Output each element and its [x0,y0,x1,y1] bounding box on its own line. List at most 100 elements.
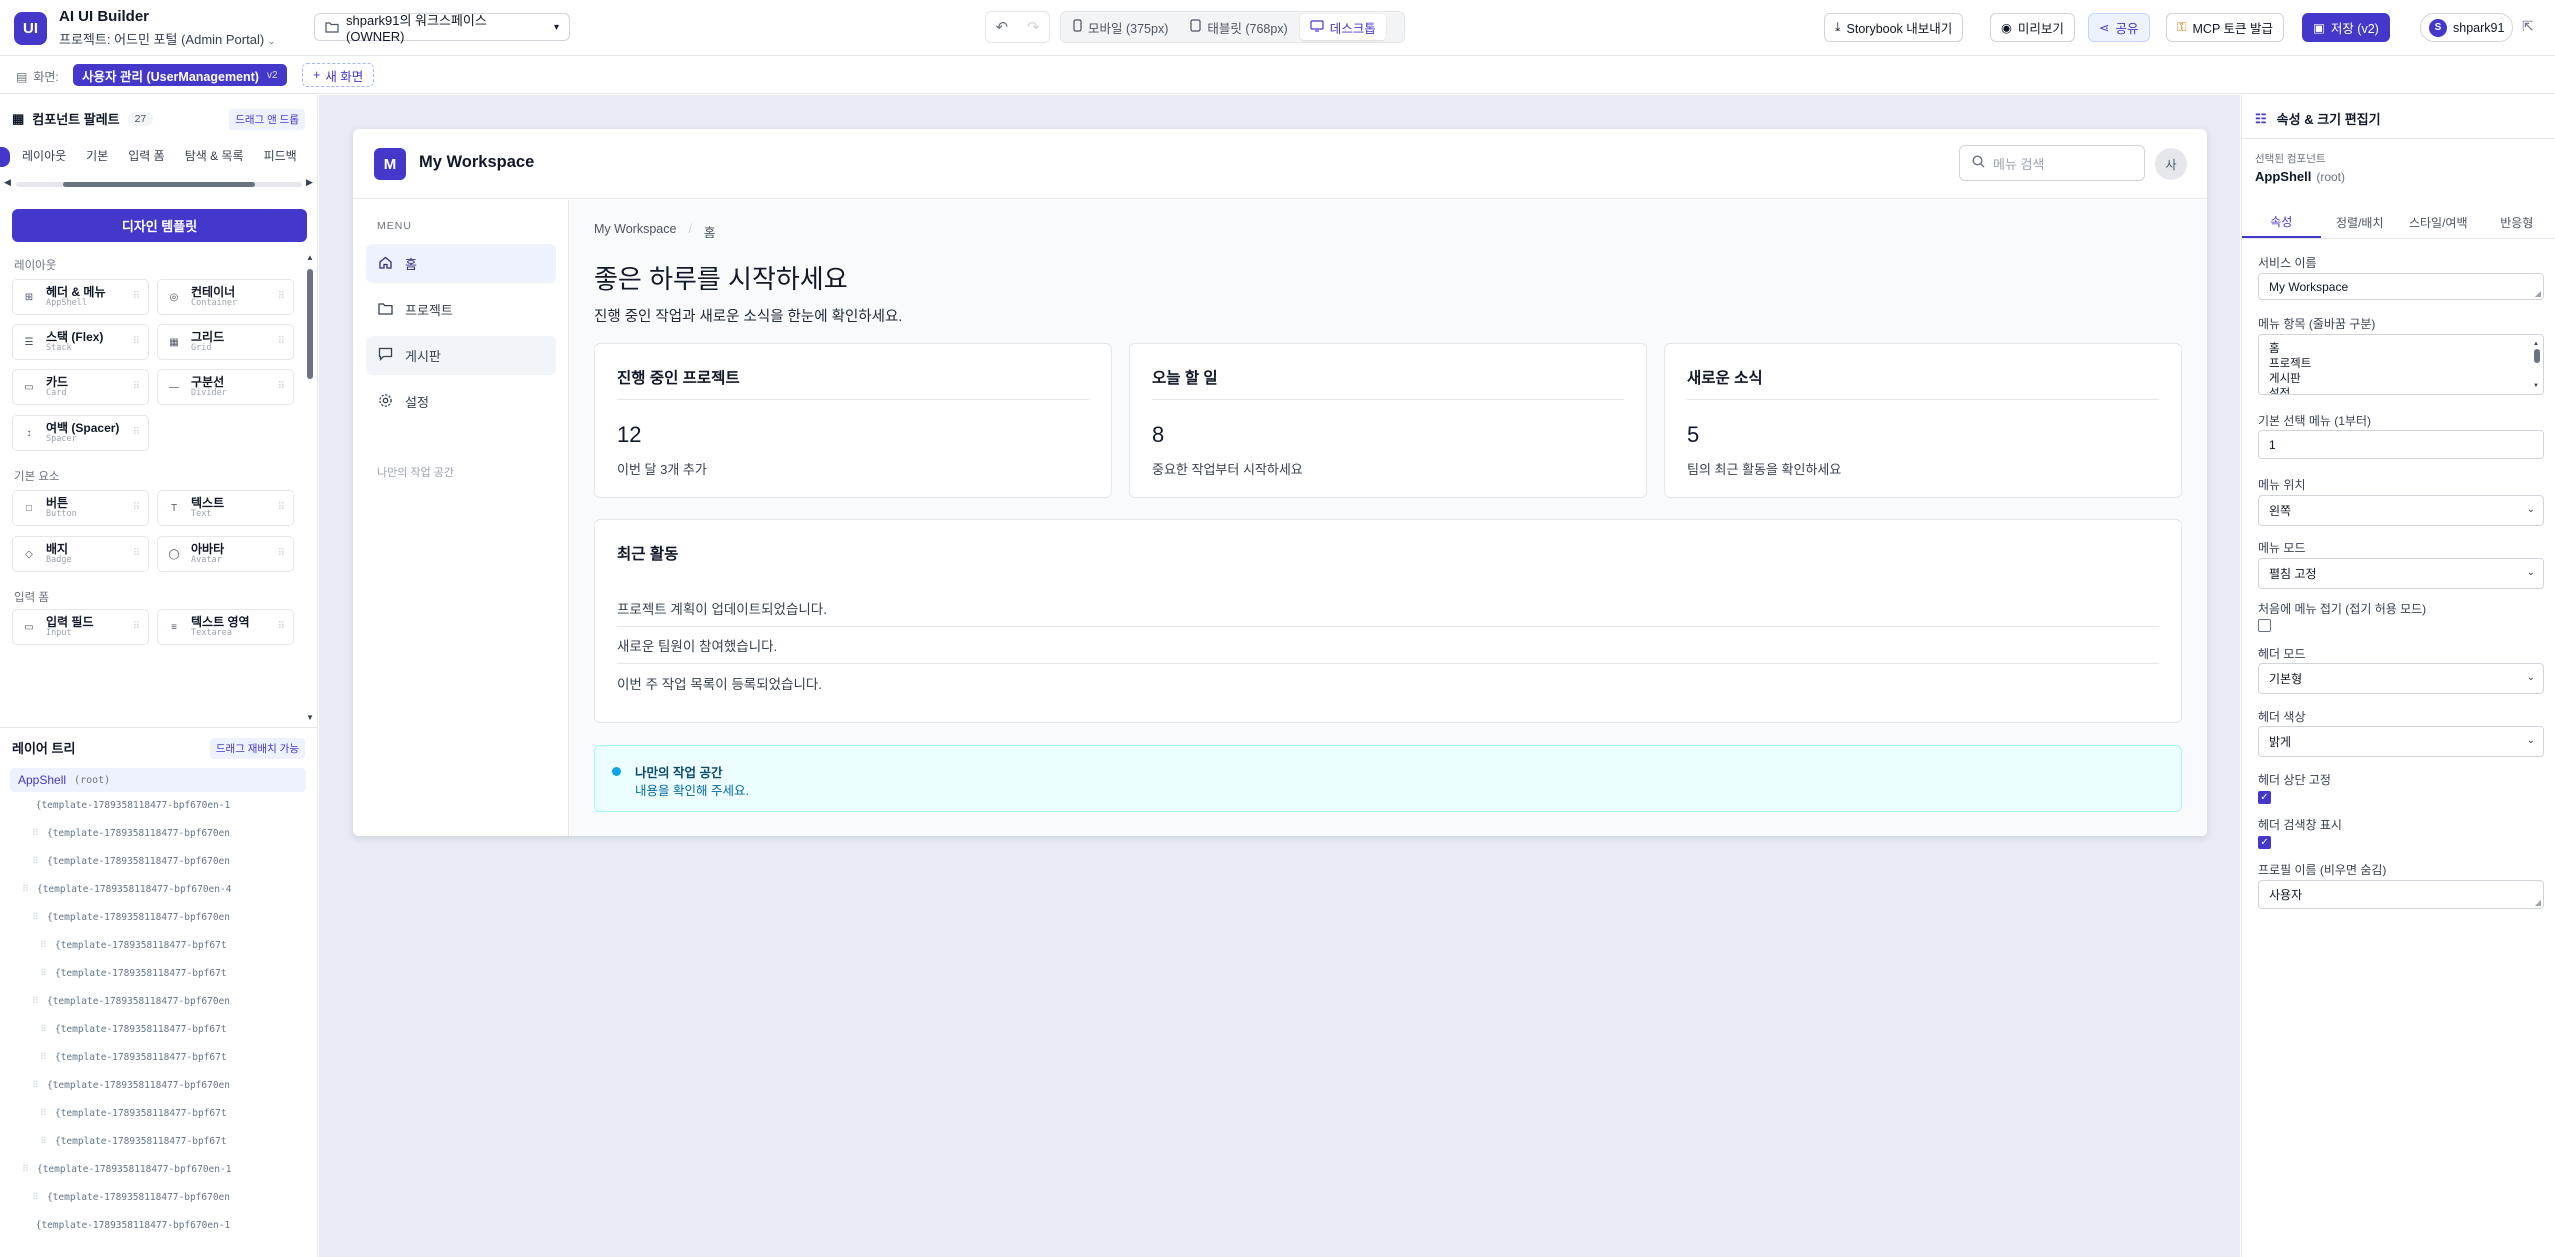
drag-handle-icon[interactable]: ⠿ [133,427,140,438]
layer-root[interactable]: AppShell (root) [10,768,306,792]
palette-item-text[interactable]: T 텍스트 Text ⠿ [157,490,294,526]
scroll-up-icon[interactable]: ▲ [306,253,314,262]
menu-items-textarea[interactable]: 홈 프로젝트 게시판 설정 ▲ ▼ [2258,334,2544,395]
device-tablet-button[interactable]: 태블릿 (768px) [1180,14,1297,40]
drag-handle-icon[interactable]: ⠿ [40,1108,47,1119]
drag-handle-icon[interactable]: ⠿ [278,291,285,302]
drag-handle-icon[interactable]: ⠿ [133,548,140,559]
drag-handle-icon[interactable]: ⠿ [32,996,39,1007]
expand-icon[interactable]: ⇱ [2522,18,2534,35]
drag-handle-icon[interactable]: ⠿ [40,1136,47,1147]
drag-handle-icon[interactable]: ⠿ [40,1024,47,1035]
nav-item-project[interactable]: 프로젝트 [366,290,556,329]
menu-position-select[interactable]: 왼쪽 ⌄ [2258,495,2544,526]
preview-search-input[interactable]: 메뉴 검색 [1959,145,2145,181]
profile-name-input[interactable]: 사용자 ◢ [2258,880,2544,909]
drag-handle-icon[interactable]: ⠿ [278,621,285,632]
scrollbar-thumb[interactable] [307,269,313,379]
scroll-down-icon[interactable]: ▼ [306,713,314,722]
device-mobile-button[interactable]: 모바일 (375px) [1063,14,1178,40]
current-screen-tab[interactable]: 사용자 관리 (UserManagement) v2 [73,64,287,86]
nav-item-home[interactable]: 홈 [366,244,556,283]
layer-item[interactable]: ⠿ {template-1789358118477-bpf670en-1 [22,1164,231,1175]
textarea-scrollbar[interactable]: ▲ ▼ [2533,337,2541,392]
layer-item[interactable]: ⠿ {template-1789358118477-bpf670en [32,828,230,839]
drag-handle-icon[interactable]: ⠿ [278,502,285,513]
palette-tab[interactable]: 탐색 & 목록 [185,147,244,169]
palette-tab[interactable]: 기본 [86,147,108,169]
device-desktop-button[interactable]: 데스크톱 [1299,14,1386,40]
drag-handle-icon[interactable]: ⠿ [278,381,285,392]
share-button[interactable]: ⋖ 공유 [2088,13,2150,42]
layer-item[interactable]: ⠿ {template-1789358118477-bpf670en-4 [22,884,231,895]
layer-item[interactable]: ⠿ {template-1789358118477-bpf67t [40,1108,227,1119]
drag-handle-icon[interactable]: ⠿ [32,1192,39,1203]
palette-item-spacer[interactable]: ↕ 여백 (Spacer) Spacer ⠿ [12,415,149,451]
palette-item-container[interactable]: ◎ 컨테이너 Container ⠿ [157,279,294,315]
drag-handle-icon[interactable]: ⠿ [133,291,140,302]
drag-handle-icon[interactable]: ⠿ [133,502,140,513]
drag-handle-icon[interactable]: ⠿ [133,381,140,392]
project-selector[interactable]: 프로젝트: 어드민 포털 (Admin Portal) ⌄ [59,29,275,48]
storybook-export-button[interactable]: ⤓ Storybook 내보내기 [1824,13,1964,42]
drag-handle-icon[interactable]: ⠿ [278,548,285,559]
palette-tab[interactable]: 피드백 [264,147,297,169]
preview-frame[interactable]: M My Workspace 메뉴 검색 사 MENU 홈 프로젝트 게시판 설… [353,129,2207,836]
resize-handle-icon[interactable]: ◢ [2535,289,2541,298]
drag-handle-icon[interactable]: ⠿ [32,912,39,923]
layer-item[interactable]: ⠿ {template-1789358118477-bpf67t [40,968,227,979]
palette-item-stack[interactable]: ☰ 스택 (Flex) Stack ⠿ [12,324,149,360]
preview-button[interactable]: ◉ 미리보기 [1990,13,2075,42]
drag-handle-icon[interactable]: ⠿ [278,336,285,347]
palette-tabs-scrollbar[interactable]: ◀ ▶ [0,177,318,189]
tab-style[interactable]: 스타일/여백 [2399,206,2478,238]
drag-handle-icon[interactable] [22,800,28,811]
scrollbar-thumb[interactable] [63,182,255,187]
layer-item[interactable]: ⠿ {template-1789358118477-bpf67t [40,1052,227,1063]
save-button[interactable]: ▣ 저장 (v2) [2302,13,2390,42]
drag-handle-icon[interactable]: ⠿ [133,621,140,632]
nav-item-board[interactable]: 게시판 [366,336,556,375]
tab-responsive[interactable]: 반응형 [2478,206,2555,238]
menu-mode-select[interactable]: 펼침 고정 ⌄ [2258,558,2544,589]
drag-handle-icon[interactable]: ⠿ [32,828,39,839]
palette-item-input[interactable]: ▭ 입력 필드 Input ⠿ [12,609,149,645]
preview-avatar[interactable]: 사 [2155,148,2187,180]
mcp-token-button[interactable]: ⚿ MCP 토큰 발급 [2166,13,2285,42]
layer-item[interactable]: ⠿ {template-1789358118477-bpf670en [32,856,230,867]
user-menu[interactable]: S shpark91 [2420,13,2514,42]
palette-item-button[interactable]: □ 버튼 Button ⠿ [12,490,149,526]
drag-handle-icon[interactable]: ⠿ [22,884,29,895]
palette-item-grid[interactable]: ▦ 그리드 Grid ⠿ [157,324,294,360]
layer-item[interactable]: ⠿ {template-1789358118477-bpf67t [40,1136,227,1147]
resize-handle-icon[interactable]: ◢ [2535,898,2541,907]
palette-item-appshell[interactable]: ⊞ 헤더 & 메뉴 AppShell ⠿ [12,279,149,315]
palette-item-avatar[interactable]: ◯ 아바타 Avatar ⠿ [157,536,294,572]
palette-item-card[interactable]: ▭ 카드 Card ⠿ [12,369,149,405]
tab-alignment[interactable]: 정렬/배치 [2321,206,2400,238]
default-menu-input[interactable]: 1 [2258,430,2544,459]
layer-item[interactable]: {template-1789358118477-bpf670en-1 [22,800,230,811]
header-sticky-checkbox[interactable]: ✓ [2258,791,2271,804]
palette-item-divider[interactable]: — 구분선 Divider ⠿ [157,369,294,405]
drag-handle-icon[interactable]: ⠿ [32,856,39,867]
service-name-input[interactable]: My Workspace ◢ [2258,273,2544,300]
palette-tab[interactable]: 입력 폼 [128,147,164,169]
scroll-right-icon[interactable]: ▶ [306,177,313,188]
layer-item[interactable]: ⠿ {template-1789358118477-bpf670en [32,996,230,1007]
tab-properties[interactable]: 속성 [2242,206,2321,238]
undo-icon[interactable]: ↶ [995,18,1008,36]
drag-handle-icon[interactable]: ⠿ [22,1164,29,1175]
workspace-selector[interactable]: shpark91의 워크스페이스 (OWNER) ▾ [314,13,570,44]
layer-item[interactable]: ⠿ {template-1789358118477-bpf670en [32,1080,230,1091]
design-template-button[interactable]: 디자인 템플릿 [12,209,307,242]
drag-handle-icon[interactable]: ⠿ [32,1080,39,1091]
new-screen-button[interactable]: + 새 화면 [302,63,375,87]
header-mode-select[interactable]: 기본형 ⌄ [2258,663,2544,694]
layer-item[interactable]: {template-1789358118477-bpf670en-1 [22,1220,230,1231]
collapse-menu-checkbox[interactable] [2258,619,2271,632]
nav-item-settings[interactable]: 설정 [366,382,556,421]
palette-tab[interactable]: 레이아웃 [22,147,66,169]
drag-handle-icon[interactable]: ⠿ [40,968,47,979]
header-search-checkbox[interactable]: ✓ [2258,836,2271,849]
